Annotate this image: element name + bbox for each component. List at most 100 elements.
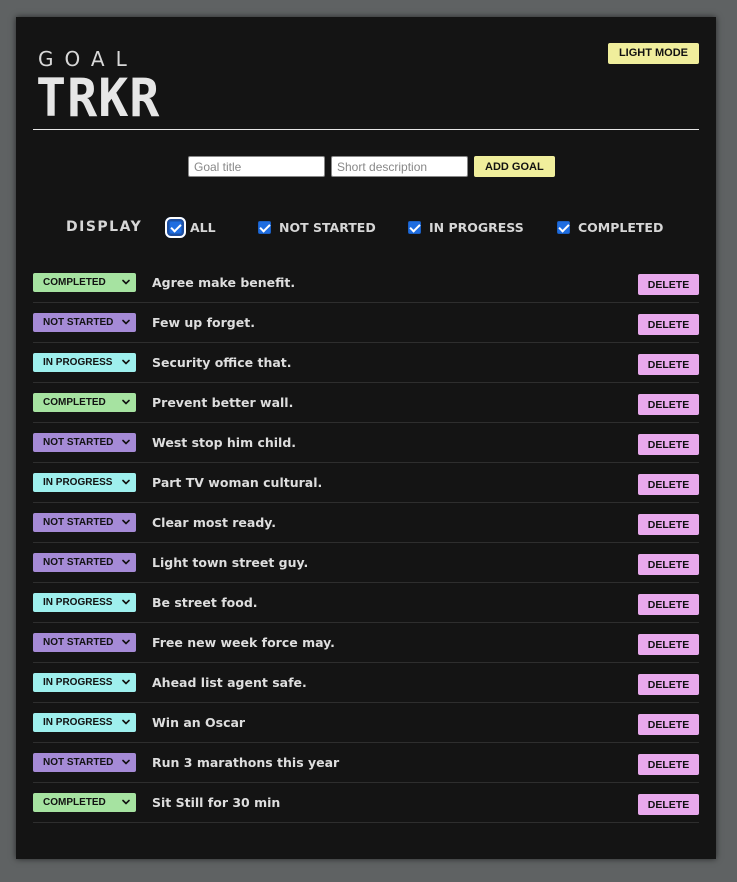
chevron-down-icon [122,599,130,605]
chevron-down-icon [122,519,130,525]
delete-button[interactable]: DELETE [638,314,699,335]
goal-row: IN PROGRESS Ahead list agent safe. DELET… [33,663,699,703]
status-select-value: NOT STARTED [43,437,114,448]
goal-title: Prevent better wall. [152,395,294,410]
delete-button[interactable]: DELETE [638,434,699,455]
chevron-down-icon [122,399,130,405]
delete-button[interactable]: DELETE [638,554,699,575]
delete-button[interactable]: DELETE [638,594,699,615]
goal-row: IN PROGRESS Part TV woman cultural. DELE… [33,463,699,503]
goal-row: NOT STARTED Few up forget. DELETE [33,303,699,343]
add-goal-form: ADD GOAL [188,156,555,177]
status-select-value: NOT STARTED [43,317,114,328]
status-select-value: COMPLETED [43,277,106,288]
status-select-value: COMPLETED [43,797,106,808]
chevron-down-icon [122,319,130,325]
status-select-value: COMPLETED [43,397,106,408]
filter-all[interactable]: ALL [165,216,216,238]
delete-button[interactable]: DELETE [638,754,699,775]
delete-button[interactable]: DELETE [638,634,699,655]
status-select-value: IN PROGRESS [43,677,113,688]
filter-completed[interactable]: COMPLETED [557,216,663,238]
delete-button[interactable]: DELETE [638,674,699,695]
goal-row: IN PROGRESS Security office that. DELETE [33,343,699,383]
status-select[interactable]: NOT STARTED [33,313,136,332]
delete-button[interactable]: DELETE [638,394,699,415]
chevron-down-icon [122,439,130,445]
goal-row: NOT STARTED Free new week force may. DEL… [33,623,699,663]
filter-all-label: ALL [190,219,216,235]
status-select[interactable]: COMPLETED [33,793,136,812]
status-select-value: NOT STARTED [43,757,114,768]
goal-title: Win an Oscar [152,715,246,730]
delete-button[interactable]: DELETE [638,274,699,295]
chevron-down-icon [122,799,130,805]
status-select-value: IN PROGRESS [43,597,113,608]
chevron-down-icon [122,479,130,485]
filter-completed-label: COMPLETED [578,219,664,235]
delete-button[interactable]: DELETE [638,354,699,375]
display-label: DISPLAY [66,219,143,235]
status-select[interactable]: IN PROGRESS [33,473,136,492]
goal-row: IN PROGRESS Win an Oscar DELETE [33,703,699,743]
goal-title-input[interactable] [188,156,325,177]
light-mode-button[interactable]: LIGHT MODE [607,43,699,64]
add-goal-button[interactable]: ADD GOAL [474,156,555,177]
filter-not-started[interactable]: NOT STARTED [258,216,376,238]
goal-title: Light town street guy. [152,555,309,570]
goal-row: NOT STARTED Light town street guy. DELET… [33,543,699,583]
display-filters: DISPLAY ALL NOT STARTED IN PROGRESS COMP… [16,216,716,238]
status-select-value: NOT STARTED [43,637,114,648]
filter-in-progress-label: IN PROGRESS [429,219,524,235]
status-select[interactable]: IN PROGRESS [33,353,136,372]
app-card: LIGHT MODE GOAL TRKR ADD GOAL DISPLAY AL… [16,17,716,859]
goal-description-input[interactable] [331,156,468,177]
status-select[interactable]: NOT STARTED [33,753,136,772]
status-select[interactable]: COMPLETED [33,393,136,412]
goal-row: IN PROGRESS Be street food. DELETE [33,583,699,623]
goal-title: Security office that. [152,355,292,370]
status-select[interactable]: NOT STARTED [33,633,136,652]
filter-completed-checkbox[interactable] [557,220,570,234]
delete-button[interactable]: DELETE [638,514,699,535]
status-select[interactable]: IN PROGRESS [33,593,136,612]
logo-trkr-text: TRKR [36,67,161,129]
goal-title: Sit Still for 30 min [152,795,281,810]
header-divider [33,129,699,130]
filter-not-started-checkbox[interactable] [258,220,271,234]
filter-not-started-label: NOT STARTED [279,219,376,235]
chevron-down-icon [122,679,130,685]
filter-in-progress[interactable]: IN PROGRESS [408,216,524,238]
status-select-value: IN PROGRESS [43,477,113,488]
status-select[interactable]: NOT STARTED [33,433,136,452]
chevron-down-icon [122,559,130,565]
goal-title: Part TV woman cultural. [152,475,323,490]
status-select[interactable]: IN PROGRESS [33,713,136,732]
status-select[interactable]: NOT STARTED [33,513,136,532]
goal-row: NOT STARTED West stop him child. DELETE [33,423,699,463]
status-select[interactable]: IN PROGRESS [33,673,136,692]
goal-title: Free new week force may. [152,635,335,650]
delete-button[interactable]: DELETE [638,474,699,495]
goal-title: West stop him child. [152,435,297,450]
status-select-value: NOT STARTED [43,557,114,568]
filter-all-checkbox[interactable] [165,216,186,238]
goal-title: Ahead list agent safe. [152,675,307,690]
goal-row: COMPLETED Agree make benefit. DELETE [33,263,699,303]
delete-button[interactable]: DELETE [638,714,699,735]
chevron-down-icon [122,719,130,725]
goal-row: COMPLETED Prevent better wall. DELETE [33,383,699,423]
status-select[interactable]: COMPLETED [33,273,136,292]
status-select[interactable]: NOT STARTED [33,553,136,572]
goal-title: Clear most ready. [152,515,277,530]
goal-title: Few up forget. [152,315,255,330]
chevron-down-icon [122,359,130,365]
status-select-value: IN PROGRESS [43,717,113,728]
goal-row: NOT STARTED Run 3 marathons this year DE… [33,743,699,783]
goal-row: COMPLETED Sit Still for 30 min DELETE [33,783,699,823]
status-select-value: IN PROGRESS [43,357,113,368]
filter-in-progress-checkbox[interactable] [408,220,421,234]
goal-row: NOT STARTED Clear most ready. DELETE [33,503,699,543]
delete-button[interactable]: DELETE [638,794,699,815]
chevron-down-icon [122,279,130,285]
